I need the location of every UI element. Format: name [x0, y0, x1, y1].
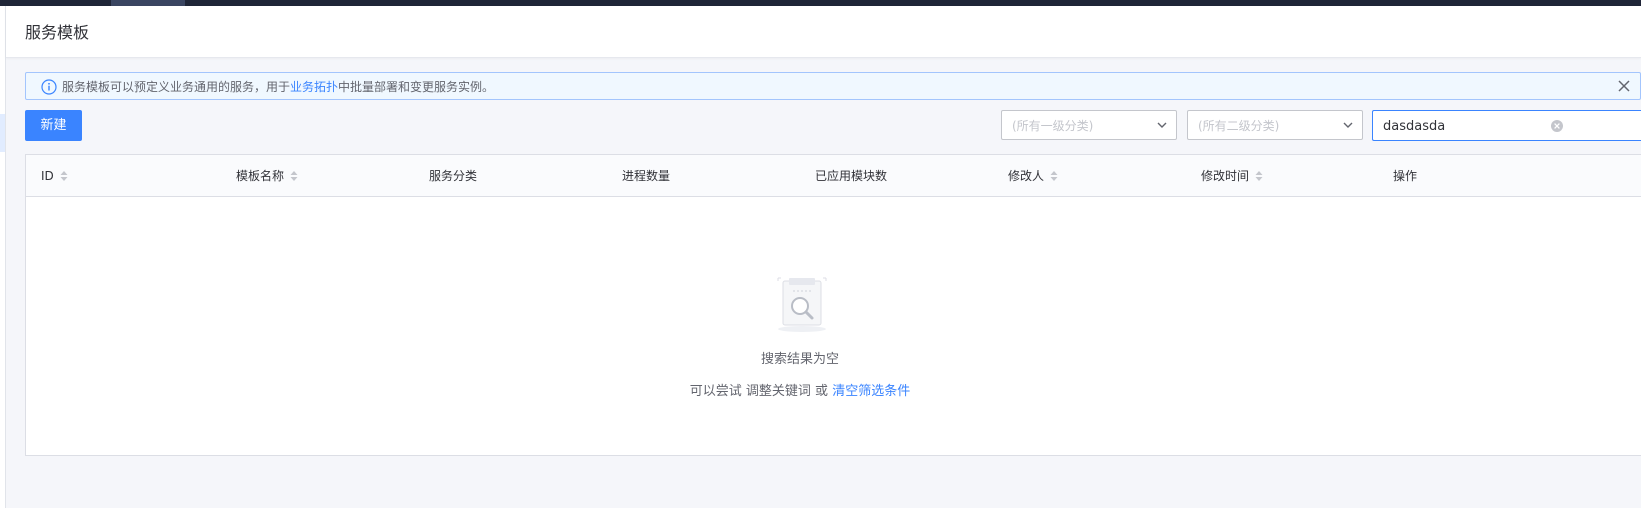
category-2-placeholder: (所有二级分类) — [1198, 119, 1280, 133]
column-template-name[interactable]: 模板名称 — [236, 168, 298, 184]
column-label: 已应用模块数 — [815, 169, 888, 183]
topology-link[interactable]: 业务拓扑 — [290, 80, 338, 94]
category-1-select[interactable]: (所有一级分类) — [1001, 110, 1177, 140]
column-label: 修改人 — [1008, 169, 1045, 183]
search-input[interactable] — [1383, 116, 1543, 136]
sort-icon[interactable] — [1255, 170, 1263, 182]
side-nav-active-marker[interactable] — [0, 114, 5, 152]
clear-filters-link[interactable]: 清空筛选条件 — [832, 384, 910, 399]
page-title: 服务模板 — [25, 23, 90, 42]
sort-icon[interactable] — [290, 170, 298, 182]
template-table: ID 模板名称 服务分类 进程数量 已应用模块数 修改人 修改时间 操作 搜索结… — [25, 154, 1641, 456]
info-text-suffix: 中批量部署和变更服务实例。 — [338, 80, 495, 94]
column-label: 模板名称 — [236, 169, 285, 183]
column-applied-modules: 已应用模块数 — [815, 168, 887, 184]
empty-search-icon — [777, 277, 827, 332]
column-actions: 操作 — [1393, 168, 1417, 184]
column-label: ID — [41, 169, 54, 183]
sort-icon[interactable] — [60, 170, 68, 182]
empty-tip-prefix: 可以尝试 调整关键词 或 — [689, 384, 833, 399]
info-text-prefix: 服务模板可以预定义业务通用的服务，用于 — [62, 80, 291, 94]
info-message: 服务模板可以预定义业务通用的服务，用于业务拓扑中批量部署和变更服务实例。 — [62, 79, 494, 95]
table-header: ID 模板名称 服务分类 进程数量 已应用模块数 修改人 修改时间 操作 — [26, 155, 1641, 197]
category-2-select[interactable]: (所有二级分类) — [1187, 110, 1363, 140]
chevron-down-icon — [1157, 122, 1167, 128]
chevron-down-icon — [1343, 122, 1353, 128]
column-label: 操作 — [1393, 169, 1418, 183]
close-icon[interactable] — [1616, 78, 1632, 94]
category-1-placeholder: (所有一级分类) — [1012, 119, 1094, 133]
empty-tip: 可以尝试 调整关键词 或 清空筛选条件 — [26, 383, 1574, 401]
column-process-count: 进程数量 — [622, 168, 670, 184]
column-label: 进程数量 — [622, 169, 671, 183]
column-modifier[interactable]: 修改人 — [1008, 168, 1058, 184]
page-header: 服务模板 — [6, 6, 1641, 58]
column-label: 服务分类 — [429, 169, 478, 183]
new-template-button[interactable]: 新建 — [25, 110, 82, 141]
empty-title: 搜索结果为空 — [760, 352, 839, 367]
column-label: 修改时间 — [1201, 169, 1250, 183]
sort-icon[interactable] — [1050, 170, 1058, 182]
column-id[interactable]: ID — [41, 168, 68, 184]
empty-state: 搜索结果为空 可以尝试 调整关键词 或 清空筛选条件 — [26, 197, 1641, 455]
side-nav-edge — [0, 6, 6, 508]
column-service-category: 服务分类 — [429, 168, 477, 184]
info-alert: 服务模板可以预定义业务通用的服务，用于业务拓扑中批量部署和变更服务实例。 — [25, 72, 1641, 100]
info-icon — [41, 79, 57, 95]
column-modified-time[interactable]: 修改时间 — [1201, 168, 1263, 184]
search-field[interactable] — [1372, 110, 1641, 141]
clear-icon[interactable] — [1550, 119, 1564, 133]
